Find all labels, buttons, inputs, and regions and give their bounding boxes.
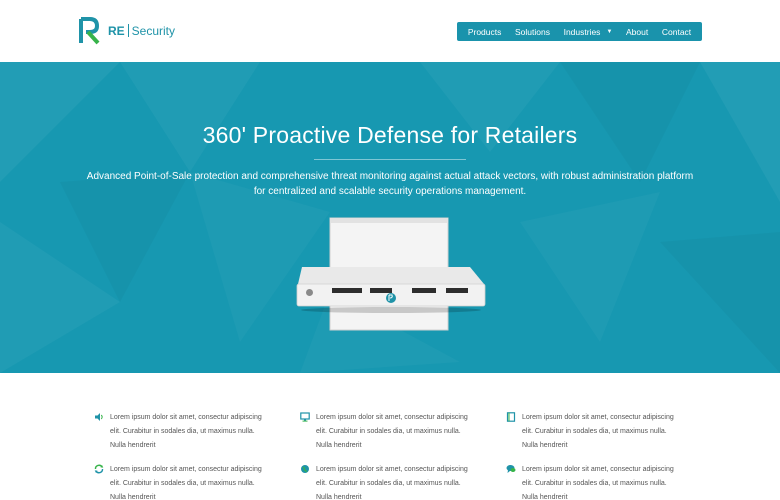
feature-item: Lorem ipsum dolor sit amet, consectur ad…: [300, 411, 475, 453]
feature-text: Lorem ipsum dolor sit amet, consectur ad…: [110, 466, 262, 500]
globe-icon: [301, 465, 309, 473]
nav-item-industries[interactable]: Industries ▼: [564, 27, 613, 37]
nav-item-label: Industries: [563, 26, 601, 37]
feature-item: Lorem ipsum dolor sit amet, consectur ad…: [506, 411, 681, 453]
feature-text: Lorem ipsum dolor sit amet, consectur ad…: [110, 414, 262, 449]
nav-item-label: Products: [467, 26, 502, 37]
logo-separator: [127, 24, 129, 37]
nav-item-label: Contact: [661, 26, 692, 37]
hero-subtitle: Advanced Point-of-Sale protection and co…: [86, 171, 694, 197]
refresh-icon: [94, 464, 104, 474]
hero-divider: [314, 159, 466, 160]
site-header: RE Security Products Solutions Industries…: [0, 0, 780, 62]
nav-item-label: About: [626, 26, 649, 37]
security-appliance-image: [296, 217, 486, 331]
logo-re: RE: [108, 24, 125, 38]
feature-item: Lorem ipsum dolor sit amet, consectur ad…: [94, 463, 269, 500]
logo[interactable]: RE Security: [78, 16, 175, 46]
nav-item-contact[interactable]: Contact: [662, 27, 691, 37]
logo-text: RE Security: [108, 24, 175, 38]
nav-item-about[interactable]: About: [626, 27, 648, 37]
chat-icon: [506, 465, 516, 473]
main-nav: Products Solutions Industries ▼ About Con…: [457, 22, 702, 41]
hero-section: 360' Proactive Defense for Retailers Adv…: [0, 62, 780, 373]
features-section: Lorem ipsum dolor sit amet, consectur ad…: [0, 373, 780, 500]
hero-title: 360' Proactive Defense for Retailers: [202, 122, 578, 148]
feature-text: Lorem ipsum dolor sit amet, consectur ad…: [522, 466, 674, 500]
feature-item: Lorem ipsum dolor sit amet, consectur ad…: [506, 463, 681, 500]
nav-item-products[interactable]: Products: [468, 27, 502, 37]
feature-item: Lorem ipsum dolor sit amet, consectur ad…: [300, 463, 475, 500]
feature-text: Lorem ipsum dolor sit amet, consectur ad…: [522, 414, 674, 449]
nav-item-solutions[interactable]: Solutions: [515, 27, 550, 37]
speaker-icon: [95, 413, 103, 421]
feature-text: Lorem ipsum dolor sit amet, consectur ad…: [316, 414, 468, 449]
logo-mark-icon: [79, 17, 100, 45]
feature-item: Lorem ipsum dolor sit amet, consectur ad…: [94, 411, 269, 453]
feature-text: Lorem ipsum dolor sit amet, consectur ad…: [316, 466, 468, 500]
chevron-down-icon: ▼: [606, 28, 613, 35]
monitor-icon: [300, 412, 310, 422]
nav-item-label: Solutions: [514, 26, 550, 37]
book-icon: [506, 412, 516, 422]
logo-security: Security: [131, 24, 176, 38]
